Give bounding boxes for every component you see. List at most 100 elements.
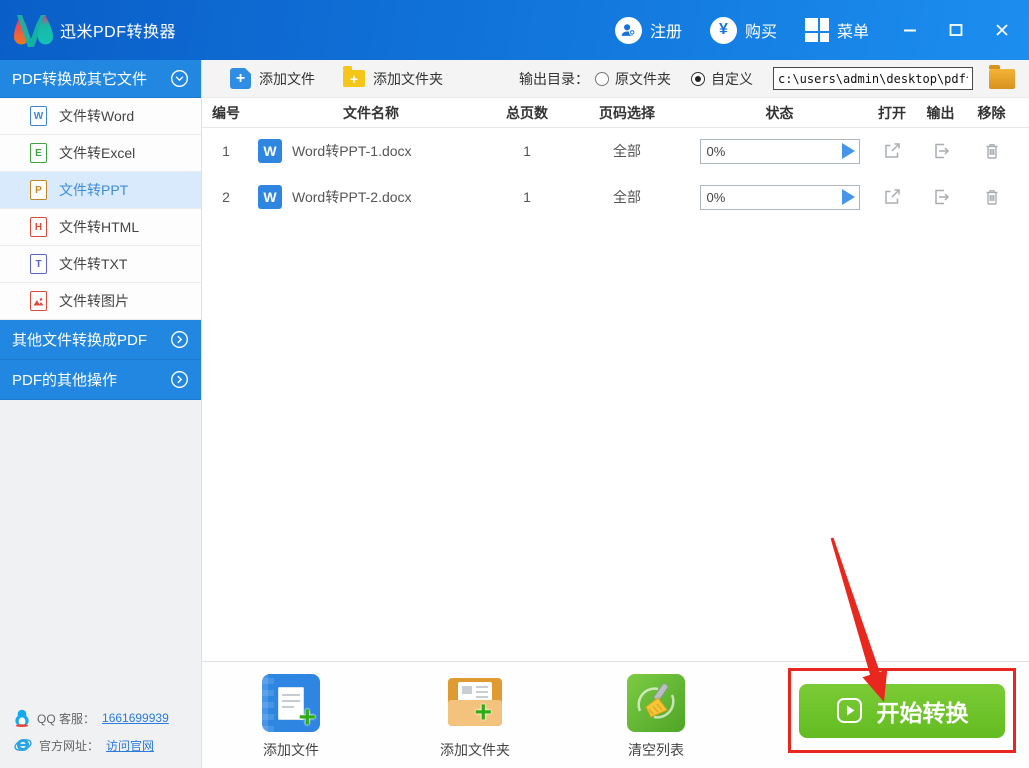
- add-folder-big-icon: +: [446, 674, 504, 732]
- register-icon: [614, 16, 642, 44]
- page-selection[interactable]: 全部: [562, 187, 692, 207]
- progress-bar: 0%: [699, 184, 860, 210]
- footer-add-file-button[interactable]: + 添加文件: [236, 674, 346, 760]
- play-icon[interactable]: [841, 143, 855, 159]
- add-file-button[interactable]: + 添加文件: [230, 68, 315, 89]
- row-number: 2: [222, 189, 230, 205]
- browse-folder-icon[interactable]: [989, 64, 1015, 89]
- page-selection[interactable]: 全部: [562, 141, 692, 161]
- sidebar-item-txt[interactable]: T 文件转TXT: [0, 246, 201, 283]
- chevron-right-circle-icon: [171, 371, 188, 388]
- app-window: 迅米PDF转换器 注册 ¥ 购买 菜单 PDF转换成其它文件 W 文件转Word…: [0, 0, 1029, 768]
- word-doc-icon: W: [258, 185, 282, 209]
- radio-original-label[interactable]: 原文件夹: [615, 69, 671, 89]
- open-output-button[interactable]: [917, 141, 964, 161]
- total-pages: 1: [523, 143, 531, 159]
- col-header-pages: 总页数: [506, 104, 548, 121]
- menu-button[interactable]: 菜单: [804, 18, 869, 42]
- col-header-remove: 移除: [977, 104, 1006, 121]
- footer-add-folder-label: 添加文件夹: [440, 742, 510, 758]
- qq-number-link[interactable]: 1661699939: [102, 711, 169, 725]
- progress-value: 0%: [706, 143, 726, 159]
- ppt-file-icon: P: [30, 180, 47, 200]
- remove-file-button[interactable]: [964, 141, 1019, 161]
- sidebar-item-word[interactable]: W 文件转Word: [0, 98, 201, 135]
- word-file-icon: W: [30, 106, 47, 126]
- sidebar-item-label: 文件转Word: [59, 108, 135, 124]
- sidebar-group-pdf-ops[interactable]: PDF的其他操作: [0, 360, 201, 400]
- sidebar-item-label: 文件转TXT: [59, 256, 128, 272]
- external-link-icon: [885, 143, 900, 158]
- official-site-link[interactable]: 访问官网: [106, 737, 154, 754]
- open-file-button[interactable]: [867, 187, 917, 207]
- table-row: 2 W Word转PPT-2.docx 1 全部 0%: [202, 174, 1029, 220]
- col-header-status: 状态: [765, 104, 794, 121]
- footer-add-folder-button[interactable]: + 添加文件夹: [420, 674, 530, 760]
- excel-file-icon: E: [30, 143, 47, 163]
- buy-label: 购买: [744, 24, 777, 41]
- open-output-button[interactable]: [917, 187, 964, 207]
- add-file-icon: +: [230, 68, 251, 89]
- maximize-button[interactable]: [945, 19, 967, 41]
- sidebar-item-excel[interactable]: E 文件转Excel: [0, 135, 201, 172]
- minimize-button[interactable]: [899, 19, 921, 41]
- app-logo-icon: [14, 15, 53, 47]
- sidebar-item-html[interactable]: H 文件转HTML: [0, 209, 201, 246]
- col-header-open: 打开: [878, 104, 906, 121]
- register-button[interactable]: 注册: [614, 16, 682, 44]
- buy-button[interactable]: ¥ 购买: [709, 16, 777, 44]
- chevron-down-circle-icon: [171, 70, 188, 87]
- menu-label: 菜单: [836, 24, 869, 41]
- sidebar-group-label: PDF转换成其它文件: [12, 71, 148, 88]
- title-bar: 迅米PDF转换器 注册 ¥ 购买 菜单: [0, 0, 1029, 60]
- word-doc-icon: W: [258, 139, 282, 163]
- sidebar-item-ppt[interactable]: P 文件转PPT: [0, 172, 201, 209]
- col-header-number: 编号: [212, 104, 240, 121]
- window-controls: [899, 19, 1013, 41]
- site-label: 官方网址：: [39, 738, 100, 753]
- row-number: 1: [222, 143, 230, 159]
- open-file-button[interactable]: [867, 141, 917, 161]
- footer-clear-list-button[interactable]: 清空列表: [601, 674, 711, 760]
- radio-original-folder[interactable]: [595, 71, 609, 86]
- external-link-icon: [885, 189, 900, 204]
- app-title: 迅米PDF转换器: [60, 24, 177, 41]
- image-file-icon: [30, 291, 47, 311]
- sidebar-group-other-to-pdf[interactable]: 其他文件转换成PDF: [0, 320, 201, 360]
- output-path-input[interactable]: [773, 67, 973, 90]
- trash-icon: [986, 144, 997, 159]
- sidebar-item-label: 文件转Excel: [59, 145, 136, 161]
- radio-custom[interactable]: [691, 71, 705, 86]
- start-convert-button[interactable]: 开始转换: [799, 683, 1005, 738]
- remove-file-button[interactable]: [964, 187, 1019, 207]
- sidebar-group-label: PDF的其他操作: [12, 372, 118, 389]
- sidebar-item-label: 文件转HTML: [59, 219, 140, 235]
- total-pages: 1: [523, 189, 531, 205]
- qq-icon: [15, 709, 29, 727]
- add-folder-label: 添加文件夹: [373, 70, 443, 87]
- buy-icon: ¥: [709, 16, 737, 44]
- progress-value: 0%: [706, 189, 726, 205]
- sidebar-item-label: 文件转PPT: [59, 182, 129, 198]
- export-icon: [934, 189, 949, 205]
- radio-custom-label[interactable]: 自定义: [711, 69, 753, 89]
- add-file-label: 添加文件: [259, 70, 315, 87]
- close-button[interactable]: [991, 19, 1013, 41]
- sidebar-group-pdf-to-other[interactable]: PDF转换成其它文件: [0, 60, 201, 98]
- trash-icon: [986, 190, 997, 205]
- sidebar-item-label: 文件转图片: [59, 293, 129, 309]
- add-folder-button[interactable]: + 添加文件夹: [343, 66, 443, 89]
- file-name: Word转PPT-1.docx: [292, 143, 412, 159]
- sidebar-item-image[interactable]: 文件转图片: [0, 283, 201, 320]
- menu-grid-icon: [804, 18, 829, 42]
- add-folder-icon: +: [343, 66, 365, 87]
- sidebar-group-label: 其他文件转换成PDF: [12, 332, 148, 349]
- toolbar: + 添加文件 + 添加文件夹 输出目录： 原文件夹 自定义: [202, 60, 1029, 98]
- play-icon[interactable]: [841, 189, 855, 205]
- table-header: 编号 文件名称 总页数 页码选择 状态 打开 输出 移除: [202, 98, 1029, 128]
- footer-add-file-label: 添加文件: [263, 742, 319, 758]
- html-file-icon: H: [30, 217, 47, 237]
- output-dir-group: 输出目录： 原文件夹 自定义: [519, 64, 1029, 90]
- progress-bar: 0%: [699, 138, 860, 164]
- main-panel: + 添加文件 + 添加文件夹 输出目录： 原文件夹 自定义 c:\users\a…: [202, 60, 1029, 768]
